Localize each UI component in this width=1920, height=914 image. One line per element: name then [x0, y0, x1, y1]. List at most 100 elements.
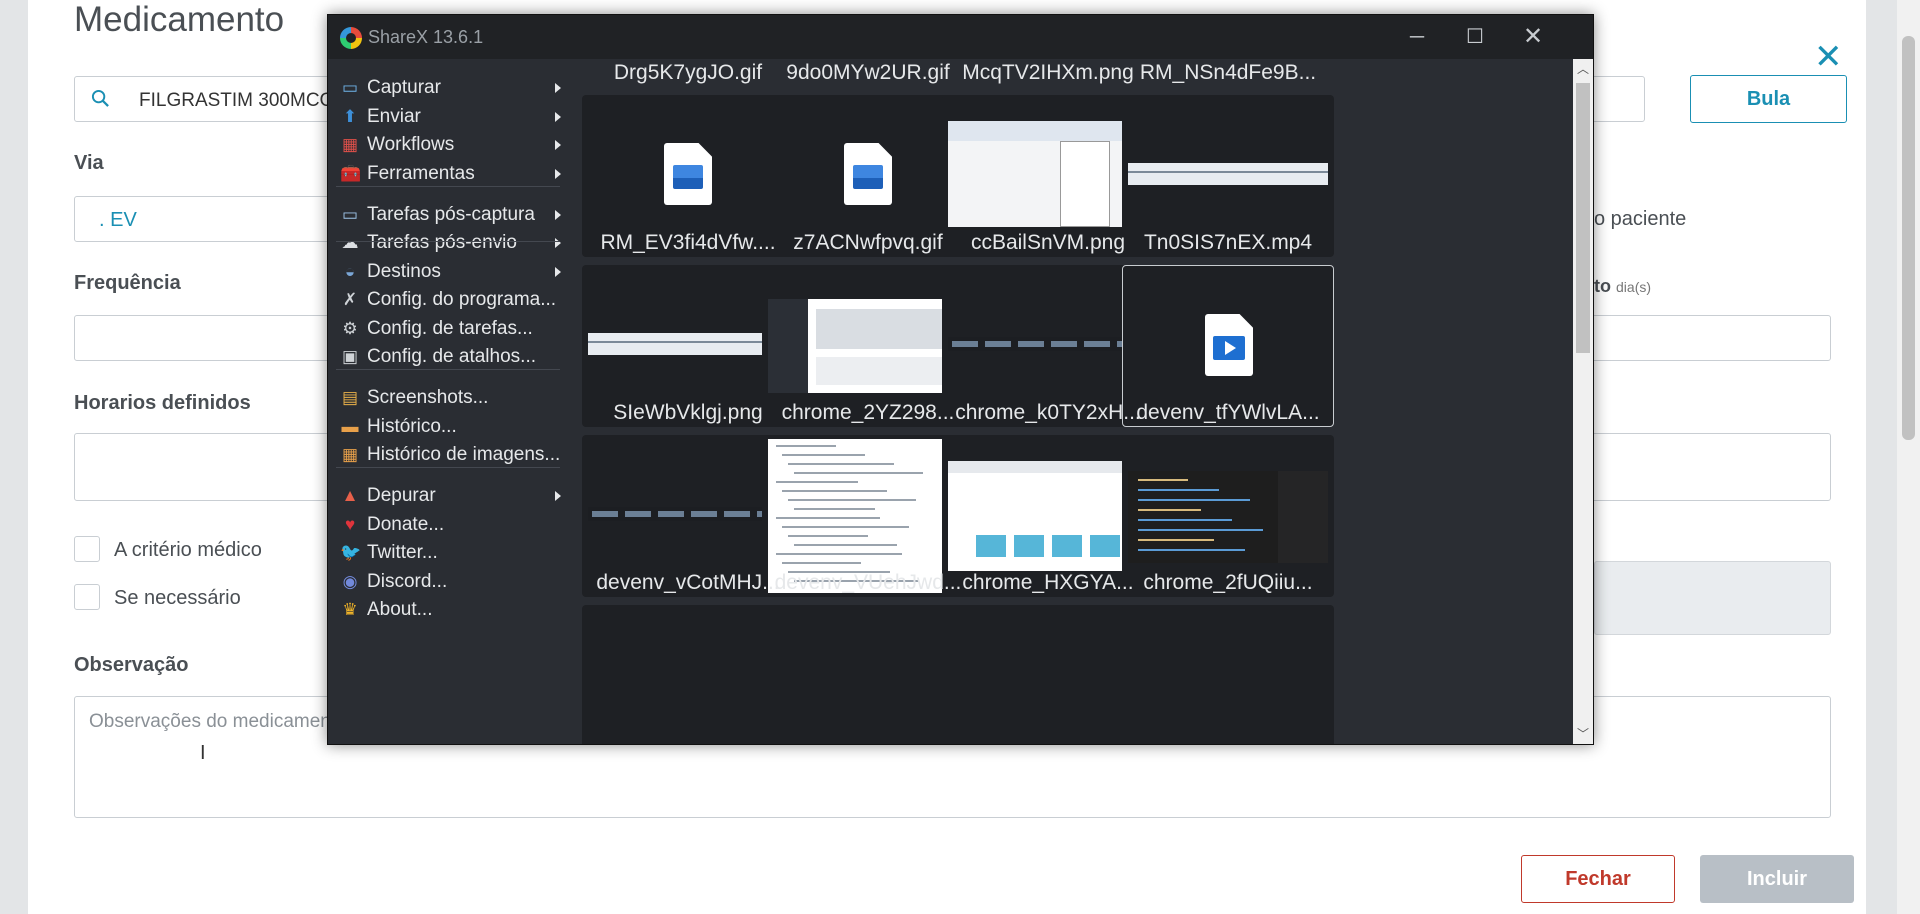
grid-scrollbar-thumb[interactable] [1576, 83, 1590, 353]
preview-task [952, 341, 978, 347]
preview-card [1052, 535, 1082, 557]
preview-card [1090, 535, 1120, 557]
bula-button[interactable]: Bula [1690, 75, 1847, 123]
history-item-filename: devenv_tfYWlvLA... [1136, 401, 1320, 424]
criterio-medico-label: A critério médico [114, 539, 262, 561]
disabled-field [1594, 561, 1831, 635]
fechar-button[interactable]: Fechar [1521, 855, 1675, 903]
preview-code-line [1138, 539, 1214, 541]
sharex-titlebar[interactable]: ShareX 13.6.1 ─ ☐ ✕ [328, 15, 1593, 59]
after-upload-icon: ☁ [341, 233, 359, 252]
history-item-filename: Tn0SIS7nEX.mp4 [1143, 231, 1313, 254]
screenshot-preview [948, 337, 1148, 351]
menu-item-label: Discord... [367, 571, 448, 592]
preview-explorer [1278, 471, 1328, 563]
preview-task [691, 511, 717, 517]
discord-icon: ◉ [342, 572, 358, 591]
menu-separator [336, 241, 560, 242]
preview-text-line [782, 490, 887, 492]
preview-task [1018, 341, 1044, 347]
preview-code-line [1138, 529, 1263, 531]
history-item[interactable]: Tn0SIS7nEX.mp4 [1122, 231, 1334, 427]
minimize-button[interactable]: ─ [1388, 15, 1446, 59]
picture-icon [673, 165, 703, 189]
preview-text-line [788, 499, 916, 501]
menu-item-label: Capturar [367, 77, 441, 98]
wrench-icon: ✗ [342, 290, 358, 309]
menu-item-label: Screenshots... [367, 387, 489, 408]
menu-separator [336, 369, 560, 370]
preview-text-line [776, 481, 858, 483]
paciente-text: o paciente [1594, 208, 1687, 230]
video-file-icon [1205, 314, 1253, 376]
menu-item-label: Config. de atalhos... [367, 346, 536, 367]
history-item-thumbnail[interactable] [1122, 605, 1334, 744]
screenshot-preview [1128, 163, 1328, 185]
preview-text-line [794, 472, 923, 474]
menu-item-label: Config. de tarefas... [367, 318, 533, 339]
menu-item-label: Depurar [367, 485, 436, 506]
debug-icon: ▲ [341, 486, 359, 505]
preview-line [1128, 171, 1328, 173]
sharex-window: ShareX 13.6.1 ─ ☐ ✕ ▭ Capturar ⬆ Enviar ▦ Wor… [327, 14, 1594, 745]
menu-item-label: Ferramentas [367, 163, 475, 184]
picture-icon [853, 165, 883, 189]
grid-scrollbar[interactable]: ︿ ﹀ [1573, 59, 1593, 744]
crown-icon: ♛ [342, 600, 358, 619]
page-scrollbar-thumb[interactable] [1902, 36, 1915, 440]
preview-line [588, 341, 788, 343]
menu-item-label: Destinos [367, 261, 441, 282]
preview-toolbar [948, 121, 1148, 141]
menu-item-label: Donate... [367, 514, 445, 535]
history-item[interactable]: chrome_2fUQiiu... [1122, 571, 1334, 744]
window-close-button[interactable]: ✕ [1504, 15, 1562, 59]
menu-separator [336, 467, 560, 468]
screenshot-preview [1128, 471, 1328, 563]
incluir-button[interactable]: Incluir [1700, 855, 1854, 903]
preview-code-line [1138, 509, 1201, 511]
submenu-arrow-icon [555, 140, 561, 150]
preview-menu [1060, 141, 1110, 227]
history-item[interactable]: devenv_tfYWlvLA... [1122, 401, 1334, 597]
search-value: FILGRASTIM 300MCG/ [139, 90, 340, 111]
preview-toolbar [948, 461, 1148, 473]
preview-text-line [782, 526, 909, 528]
image-file-icon [844, 143, 892, 205]
submenu-arrow-icon [555, 112, 561, 122]
observacao-label: Observação [74, 654, 189, 676]
criterio-medico-checkbox[interactable] [74, 536, 100, 562]
preview-text-line [776, 517, 880, 519]
preview-sidebar [768, 299, 808, 393]
history-item-filename: RM_NSn4dFe9B... [1139, 61, 1317, 84]
preview-card [1014, 535, 1044, 557]
duration-label: to dia(s) [1594, 276, 1651, 297]
duration-unit: dia(s) [1616, 279, 1652, 295]
preview-code-line [1138, 499, 1250, 501]
twitter-icon: 🐦 [340, 543, 362, 562]
scroll-up-icon[interactable]: ︿ [1573, 59, 1593, 79]
menu-item-label: Tarefas pós-envio [367, 232, 517, 253]
se-necessario-label: Se necessário [114, 587, 241, 609]
page-scrollbar[interactable] [1897, 0, 1920, 914]
screenshot-preview [588, 507, 788, 521]
menu-item-label: Workflows [367, 134, 455, 155]
maximize-button[interactable]: ☐ [1446, 15, 1504, 59]
history-item[interactable]: RM_NSn4dFe9B... [1122, 61, 1334, 257]
search-icon [91, 89, 109, 107]
close-icon[interactable]: ✕ [1814, 40, 1843, 74]
scroll-down-icon[interactable]: ﹀ [1573, 724, 1593, 744]
menu-item-label: Tarefas pós-captura [367, 204, 535, 225]
se-necessario-checkbox[interactable] [74, 584, 100, 610]
menu-item-about[interactable]: ♛ About... [328, 593, 568, 627]
preview-task [625, 511, 651, 517]
via-label: Via [74, 152, 104, 174]
preview-card [976, 535, 1006, 557]
preview-task [724, 511, 750, 517]
preview-text-line [788, 463, 894, 465]
preview-text-line [788, 535, 868, 537]
play-icon [1213, 336, 1245, 360]
submenu-arrow-icon [555, 83, 561, 93]
workflows-icon: ▦ [341, 135, 359, 154]
preview-text-line [782, 562, 861, 564]
menu-item-label: Config. do programa... [367, 289, 557, 310]
